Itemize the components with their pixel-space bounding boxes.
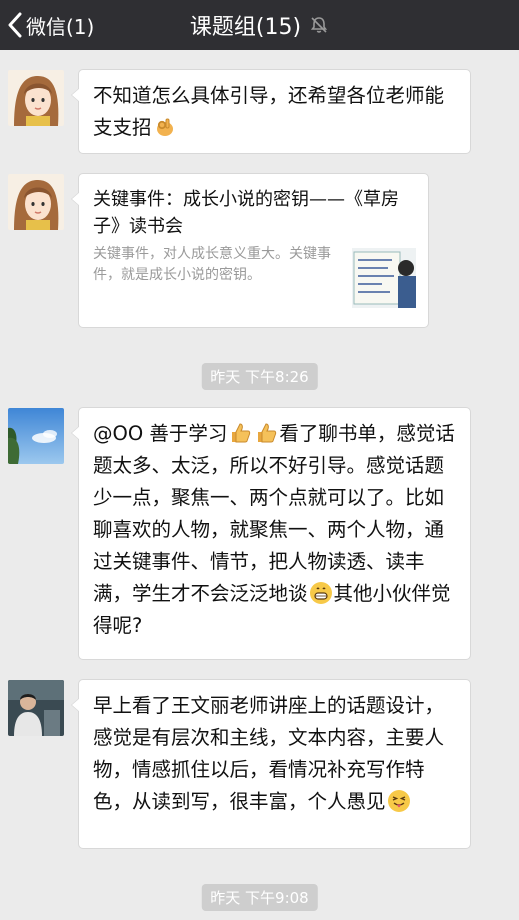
message-text: 早上看了王文丽老师讲座上的话题设计，感觉是有层次和主线，文本内容，主要人物，情感… [93, 694, 445, 813]
tongue-out-face-icon [387, 789, 411, 813]
message-bubble[interactable]: 早上看了王文丽老师讲座上的话题设计，感觉是有层次和主线，文本内容，主要人物，情感… [71, 679, 471, 849]
avatar[interactable] [8, 408, 64, 464]
avatar[interactable] [8, 174, 64, 230]
avatar[interactable] [8, 70, 64, 126]
thumbs-up-icon [254, 421, 278, 445]
timestamp: 昨天 下午9:08 [201, 884, 318, 911]
muted-bell-icon [309, 15, 329, 35]
link-card[interactable]: 关键事件：成长小说的密钥——《草房子》读书会 关键事件，对人成长意义重大。关键事… [71, 173, 429, 328]
message-bubble[interactable]: 不知道怎么具体引导，还希望各位老师能支支招 [71, 69, 471, 154]
blue-sky-avatar-icon [8, 408, 64, 464]
cartoon-girl-avatar-icon [8, 174, 64, 230]
chat-title-bar: 课题组(15) [0, 0, 519, 50]
person-photo-avatar-icon [8, 680, 64, 736]
timestamp: 昨天 下午8:26 [201, 363, 318, 390]
message-text: @OO 善于学习 看了聊书单，感觉话题太多、太泛，所以不好引导。感觉话题少一点，… [93, 421, 455, 637]
grinning-face-icon [309, 581, 333, 605]
link-title: 关键事件：成长小说的密钥——《草房子》读书会 [93, 189, 399, 237]
message-bubble[interactable]: @OO 善于学习 看了聊书单，感觉话题太多、太泛，所以不好引导。感觉话题少一点，… [71, 407, 471, 660]
link-description: 关键事件，对人成长意义重大。关键事件，就是成长小说的密钥。 [93, 246, 331, 283]
link-thumbnail [352, 248, 416, 308]
cartoon-girl-avatar-icon [8, 70, 64, 126]
classroom-whiteboard-icon [352, 248, 416, 308]
message-text: 不知道怎么具体引导，还希望各位老师能支支招 [93, 84, 445, 139]
avatar[interactable] [8, 680, 64, 736]
chat-title: 课题组(15) [189, 15, 302, 40]
ok-hand-icon [153, 115, 177, 139]
chat-header: 微信(1) 课题组(15) [0, 0, 519, 50]
thumbs-up-icon [228, 421, 252, 445]
